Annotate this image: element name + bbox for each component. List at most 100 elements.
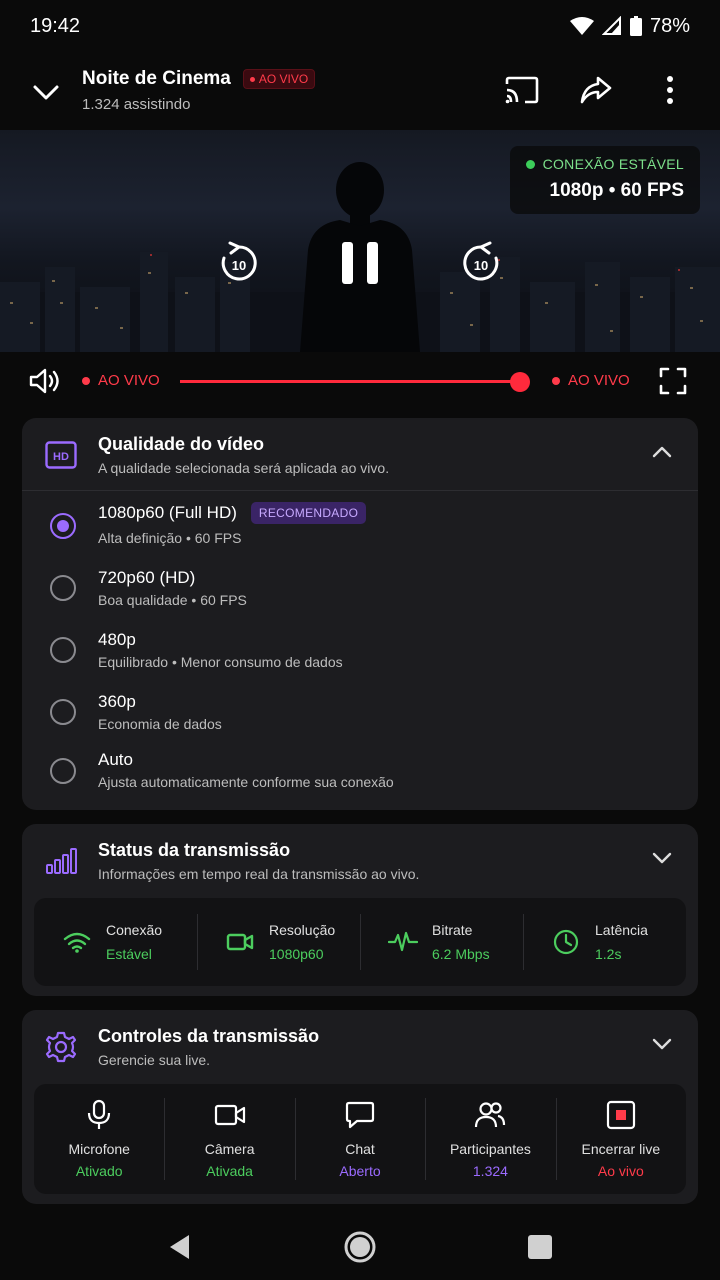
svg-text:10: 10 bbox=[232, 258, 246, 273]
stream-controls-header[interactable]: Controles da transmissão Gerencie sua li… bbox=[22, 1010, 698, 1082]
stat-value: Estável bbox=[106, 946, 152, 962]
stat-latency: Latência 1.2s bbox=[523, 898, 686, 986]
camera-toggle[interactable]: Câmera Ativada bbox=[164, 1084, 294, 1194]
control-label: Chat bbox=[345, 1141, 375, 1157]
radio-unselected[interactable] bbox=[50, 699, 76, 725]
player-header: Noite de Cinema AO VIVO 1.324 assistindo bbox=[0, 52, 720, 130]
video-quality-header[interactable]: HD Qualidade do vídeo A qualidade seleci… bbox=[22, 418, 698, 490]
connection-overlay: CONEXÃO ESTÁVEL 1080p • 60 FPS bbox=[509, 146, 700, 214]
control-label: Microfone bbox=[68, 1141, 130, 1157]
stat-value: 6.2 Mbps bbox=[432, 946, 490, 962]
battery-percent: 78% bbox=[649, 14, 690, 37]
resolution-label: 1080p • 60 FPS bbox=[549, 180, 684, 201]
forward-10-button[interactable]: 10 bbox=[456, 234, 506, 292]
quality-option-480p[interactable]: 480p Equilibrado • Menor consumo de dado… bbox=[22, 628, 698, 688]
stat-label: Latência bbox=[595, 922, 648, 938]
system-nav-bar bbox=[0, 1214, 720, 1280]
fullscreen-icon[interactable] bbox=[658, 366, 688, 396]
option-subtitle: Economia de dados bbox=[98, 716, 222, 732]
stream-controls-panel: Controles da transmissão Gerencie sua li… bbox=[22, 1010, 698, 1204]
video-quality-panel: HD Qualidade do vídeo A qualidade seleci… bbox=[22, 418, 698, 810]
more-vertical-icon bbox=[667, 76, 673, 104]
radio-unselected[interactable] bbox=[50, 758, 76, 784]
people-icon bbox=[474, 1099, 506, 1131]
stat-label: Conexão bbox=[106, 922, 163, 938]
divider bbox=[22, 490, 698, 491]
rewind-10-button[interactable]: 10 bbox=[214, 234, 264, 292]
option-subtitle: Boa qualidade • 60 FPS bbox=[98, 592, 247, 608]
pause-icon bbox=[342, 242, 378, 284]
rewind-icon: 10 bbox=[221, 241, 257, 281]
stream-info: Noite de Cinema AO VIVO 1.324 assistindo bbox=[82, 68, 316, 113]
quality-option-1080p60[interactable]: 1080p60 (Full HD) RECOMENDADO Alta defini… bbox=[22, 502, 698, 562]
pulse-icon bbox=[388, 927, 418, 957]
connection-dot-icon bbox=[525, 159, 535, 169]
chat-icon bbox=[344, 1099, 376, 1131]
status-bar: 19:42 78% bbox=[0, 0, 720, 52]
stat-value: 1080p60 bbox=[269, 946, 324, 962]
live-indicator-left: AO VIVO bbox=[82, 372, 160, 389]
pause-button[interactable] bbox=[330, 230, 390, 296]
chevron-down-icon[interactable] bbox=[650, 846, 674, 870]
cast-icon bbox=[505, 76, 539, 104]
control-label: Encerrar live bbox=[581, 1141, 661, 1157]
stream-title: Noite de Cinema bbox=[82, 68, 231, 89]
microphone-toggle[interactable]: Microfone Ativado bbox=[34, 1084, 164, 1194]
quality-option-720p60[interactable]: 720p60 (HD) Boa qualidade • 60 FPS bbox=[22, 566, 698, 626]
chevron-down-icon[interactable] bbox=[650, 1032, 674, 1056]
control-value: 1.324 bbox=[472, 1163, 508, 1179]
home-nav-icon[interactable] bbox=[343, 1230, 377, 1264]
status-icons: 78% bbox=[569, 14, 690, 38]
stream-status-title: Status da transmissão bbox=[98, 840, 291, 860]
quality-option-360p[interactable]: 360p Economia de dados bbox=[22, 690, 698, 750]
stat-bitrate: Bitrate 6.2 Mbps bbox=[360, 898, 523, 986]
seek-thumb[interactable] bbox=[510, 372, 530, 392]
option-title: 1080p60 (Full HD) bbox=[98, 503, 237, 522]
option-title: Auto bbox=[98, 750, 133, 769]
gear-icon bbox=[44, 1030, 78, 1064]
stream-controls-title: Controles da transmissão bbox=[98, 1026, 320, 1046]
wifi-icon bbox=[569, 17, 594, 35]
option-title: 480p bbox=[98, 630, 136, 649]
wifi-icon bbox=[62, 927, 92, 957]
battery-icon bbox=[629, 16, 642, 36]
stat-label: Bitrate bbox=[432, 922, 473, 938]
live-seek-track[interactable] bbox=[180, 372, 530, 392]
radio-unselected[interactable] bbox=[50, 637, 76, 663]
collapse-chevron-icon[interactable] bbox=[28, 74, 64, 110]
stream-controls-subtitle: Gerencie sua live. bbox=[98, 1052, 211, 1068]
share-button[interactable] bbox=[576, 70, 616, 110]
end-live-button[interactable]: Encerrar live Ao vivo bbox=[555, 1084, 686, 1194]
chat-toggle[interactable]: Chat Aberto bbox=[294, 1084, 425, 1194]
video-player[interactable]: CONEXÃO ESTÁVEL 1080p • 60 FPS 10 10 bbox=[0, 130, 720, 352]
volume-icon[interactable] bbox=[28, 366, 62, 396]
camera-icon bbox=[214, 1099, 246, 1131]
control-value: Ativada bbox=[206, 1163, 253, 1179]
more-options-button[interactable] bbox=[650, 70, 690, 110]
clock-icon bbox=[551, 927, 581, 957]
recents-nav-icon[interactable] bbox=[527, 1234, 553, 1260]
share-icon bbox=[580, 76, 612, 104]
radio-selected[interactable] bbox=[50, 513, 76, 539]
cast-button[interactable] bbox=[502, 70, 542, 110]
radio-unselected[interactable] bbox=[50, 575, 76, 601]
quality-option-auto[interactable]: Auto Ajusta automaticamente conforme sua… bbox=[22, 750, 698, 810]
playback-bar: AO VIVO AO VIVO bbox=[0, 352, 720, 410]
connection-status-label: CONEXÃO ESTÁVEL bbox=[542, 156, 684, 172]
participants-button[interactable]: Participantes 1.324 bbox=[425, 1084, 555, 1194]
stream-status-header[interactable]: Status da transmissão Informações em tem… bbox=[22, 824, 698, 896]
control-label: Participantes bbox=[449, 1141, 531, 1157]
seek-track-fill bbox=[180, 380, 520, 383]
stream-status-subtitle: Informações em tempo real da transmissão… bbox=[98, 866, 420, 882]
option-subtitle: Alta definição • 60 FPS bbox=[98, 530, 242, 546]
chevron-up-icon[interactable] bbox=[650, 440, 674, 464]
control-value: Ativado bbox=[75, 1163, 123, 1179]
hd-icon: HD bbox=[44, 438, 78, 472]
forward-icon: 10 bbox=[463, 241, 499, 281]
video-camera-icon bbox=[225, 927, 255, 957]
back-nav-icon[interactable] bbox=[167, 1233, 193, 1261]
live-indicator-right[interactable]: AO VIVO bbox=[552, 372, 630, 389]
signal-icon bbox=[601, 16, 621, 35]
stop-icon bbox=[605, 1099, 637, 1131]
microphone-icon bbox=[83, 1099, 115, 1131]
